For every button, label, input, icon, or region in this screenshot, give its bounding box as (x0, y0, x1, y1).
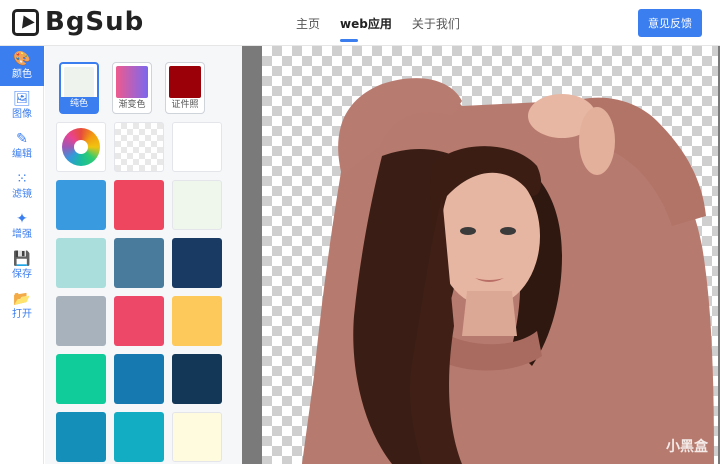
color-wheel-icon (62, 128, 100, 166)
color-tab[interactable]: 证件照 (165, 62, 205, 114)
tool-sparkles[interactable]: ✦ 增强 (0, 206, 44, 246)
tool-palette[interactable]: 🎨 颜色 (0, 46, 44, 86)
color-swatch[interactable] (172, 412, 222, 462)
tool-label: 颜色 (12, 69, 32, 80)
color-swatch[interactable] (56, 412, 106, 462)
color-tab[interactable]: 纯色 (59, 62, 99, 114)
canvas-area: 小黑盒 (242, 46, 720, 464)
color-mode-tabs: 纯色 渐变色 证件照 (59, 62, 205, 114)
logo-text: BgSub (45, 7, 145, 37)
tool-label: 保存 (12, 269, 32, 280)
tool-sidebar: 🎨 颜色 🖼 图像 ✎ 编辑 ⁙ 滤镜 ✦ 增强 💾 保存 📂 打开 (0, 46, 44, 464)
tool-save[interactable]: 💾 保存 (0, 246, 44, 286)
dots-grid-icon: ⁙ (16, 171, 28, 187)
color-swatch[interactable] (114, 412, 164, 462)
color-swatch[interactable] (56, 354, 106, 404)
tab-label: 纯色 (61, 97, 97, 112)
tab-label: 渐变色 (118, 100, 146, 110)
tool-label: 增强 (12, 229, 32, 240)
tool-label: 滤镜 (12, 189, 32, 200)
tab-label: 证件照 (171, 100, 199, 110)
pencil-icon: ✎ (16, 131, 28, 147)
nav-item-about[interactable]: 关于我们 (412, 11, 460, 36)
color-swatch[interactable] (56, 296, 106, 346)
color-tab[interactable]: 渐变色 (112, 62, 152, 114)
transparent-swatch[interactable] (114, 122, 164, 172)
tool-label: 编辑 (12, 149, 32, 160)
save-icon: 💾 (13, 251, 31, 267)
tool-image[interactable]: 🖼 图像 (0, 86, 44, 126)
color-swatch[interactable] (172, 122, 222, 172)
palette-icon: 🎨 (13, 51, 31, 67)
image-icon: 🖼 (13, 91, 31, 107)
logo-icon (12, 8, 39, 36)
color-swatch[interactable] (172, 296, 222, 346)
tool-pencil[interactable]: ✎ 编辑 (0, 126, 44, 166)
nav-item-home[interactable]: 主页 (296, 11, 320, 36)
tab-swatch (116, 66, 148, 98)
color-swatch[interactable] (114, 296, 164, 346)
tool-folder-open[interactable]: 📂 打开 (0, 286, 44, 326)
top-header: BgSub 主页 web应用 关于我们 意见反馈 (0, 0, 720, 46)
color-swatch[interactable] (172, 180, 222, 230)
color-swatch[interactable] (56, 238, 106, 288)
swatch-grid (56, 122, 224, 462)
tab-swatch (64, 67, 94, 99)
transparent-canvas[interactable]: 小黑盒 (262, 46, 718, 464)
color-swatch[interactable] (56, 180, 106, 230)
color-swatch[interactable] (114, 238, 164, 288)
feedback-button[interactable]: 意见反馈 (638, 9, 702, 37)
color-panel: 纯色 渐变色 证件照 (45, 46, 242, 464)
color-picker-button[interactable] (56, 122, 106, 172)
main-nav: 主页 web应用 关于我们 (296, 0, 460, 46)
color-swatch[interactable] (114, 354, 164, 404)
color-swatch[interactable] (172, 238, 222, 288)
watermark-text: 小黑盒 (666, 439, 708, 455)
folder-open-icon: 📂 (13, 291, 31, 307)
tool-label: 打开 (12, 309, 32, 320)
nav-item-web-app[interactable]: web应用 (340, 11, 392, 42)
cutout-subject-image (302, 78, 714, 464)
tool-dots-grid[interactable]: ⁙ 滤镜 (0, 166, 44, 206)
tab-swatch (169, 66, 201, 98)
logo[interactable]: BgSub (12, 7, 144, 37)
color-swatch[interactable] (114, 180, 164, 230)
sparkles-icon: ✦ (16, 211, 28, 227)
tool-label: 图像 (12, 109, 32, 120)
color-swatch[interactable] (172, 354, 222, 404)
